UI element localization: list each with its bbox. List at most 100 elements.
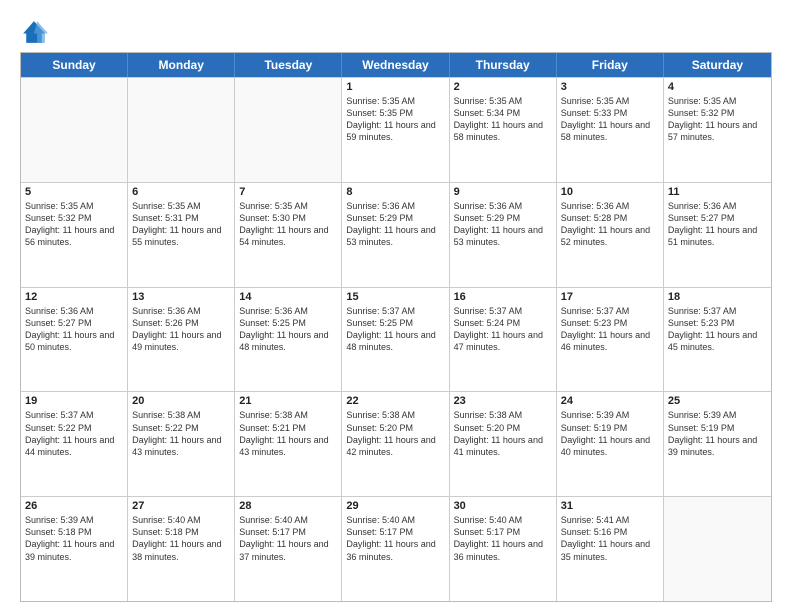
calendar-row: 5 Sunrise: 5:35 AM Sunset: 5:32 PM Dayli… — [21, 182, 771, 287]
cell-info: Sunrise: 5:35 AM Sunset: 5:31 PM Dayligh… — [132, 200, 230, 249]
day-number: 6 — [132, 186, 230, 198]
calendar-cell: 5 Sunrise: 5:35 AM Sunset: 5:32 PM Dayli… — [21, 183, 128, 287]
day-number: 12 — [25, 291, 123, 303]
cell-info: Sunrise: 5:37 AM Sunset: 5:23 PM Dayligh… — [561, 305, 659, 354]
calendar-cell: 10 Sunrise: 5:36 AM Sunset: 5:28 PM Dayl… — [557, 183, 664, 287]
calendar-cell: 6 Sunrise: 5:35 AM Sunset: 5:31 PM Dayli… — [128, 183, 235, 287]
cell-info: Sunrise: 5:35 AM Sunset: 5:30 PM Dayligh… — [239, 200, 337, 249]
calendar-row: 19 Sunrise: 5:37 AM Sunset: 5:22 PM Dayl… — [21, 391, 771, 496]
cell-info: Sunrise: 5:35 AM Sunset: 5:35 PM Dayligh… — [346, 95, 444, 144]
page: SundayMondayTuesdayWednesdayThursdayFrid… — [0, 0, 792, 612]
calendar-cell: 14 Sunrise: 5:36 AM Sunset: 5:25 PM Dayl… — [235, 288, 342, 392]
day-number: 25 — [668, 395, 767, 407]
calendar-cell: 16 Sunrise: 5:37 AM Sunset: 5:24 PM Dayl… — [450, 288, 557, 392]
cell-info: Sunrise: 5:36 AM Sunset: 5:29 PM Dayligh… — [454, 200, 552, 249]
day-number: 8 — [346, 186, 444, 198]
day-number: 24 — [561, 395, 659, 407]
calendar-cell: 17 Sunrise: 5:37 AM Sunset: 5:23 PM Dayl… — [557, 288, 664, 392]
calendar-cell: 2 Sunrise: 5:35 AM Sunset: 5:34 PM Dayli… — [450, 78, 557, 182]
calendar-cell: 13 Sunrise: 5:36 AM Sunset: 5:26 PM Dayl… — [128, 288, 235, 392]
day-number: 5 — [25, 186, 123, 198]
day-number: 19 — [25, 395, 123, 407]
day-number: 2 — [454, 81, 552, 93]
day-number: 3 — [561, 81, 659, 93]
cell-info: Sunrise: 5:39 AM Sunset: 5:19 PM Dayligh… — [668, 409, 767, 458]
cell-info: Sunrise: 5:40 AM Sunset: 5:17 PM Dayligh… — [239, 514, 337, 563]
day-number: 31 — [561, 500, 659, 512]
calendar-cell: 22 Sunrise: 5:38 AM Sunset: 5:20 PM Dayl… — [342, 392, 449, 496]
weekday-header: Monday — [128, 53, 235, 77]
calendar-cell — [235, 78, 342, 182]
calendar-row: 26 Sunrise: 5:39 AM Sunset: 5:18 PM Dayl… — [21, 496, 771, 601]
cell-info: Sunrise: 5:35 AM Sunset: 5:33 PM Dayligh… — [561, 95, 659, 144]
day-number: 20 — [132, 395, 230, 407]
calendar-cell: 26 Sunrise: 5:39 AM Sunset: 5:18 PM Dayl… — [21, 497, 128, 601]
cell-info: Sunrise: 5:39 AM Sunset: 5:19 PM Dayligh… — [561, 409, 659, 458]
calendar-cell: 21 Sunrise: 5:38 AM Sunset: 5:21 PM Dayl… — [235, 392, 342, 496]
calendar-cell: 23 Sunrise: 5:38 AM Sunset: 5:20 PM Dayl… — [450, 392, 557, 496]
header — [20, 18, 772, 46]
cell-info: Sunrise: 5:36 AM Sunset: 5:28 PM Dayligh… — [561, 200, 659, 249]
cell-info: Sunrise: 5:41 AM Sunset: 5:16 PM Dayligh… — [561, 514, 659, 563]
calendar-cell: 20 Sunrise: 5:38 AM Sunset: 5:22 PM Dayl… — [128, 392, 235, 496]
cell-info: Sunrise: 5:35 AM Sunset: 5:34 PM Dayligh… — [454, 95, 552, 144]
calendar-header: SundayMondayTuesdayWednesdayThursdayFrid… — [21, 53, 771, 77]
day-number: 4 — [668, 81, 767, 93]
cell-info: Sunrise: 5:37 AM Sunset: 5:24 PM Dayligh… — [454, 305, 552, 354]
calendar-cell: 9 Sunrise: 5:36 AM Sunset: 5:29 PM Dayli… — [450, 183, 557, 287]
weekday-header: Sunday — [21, 53, 128, 77]
day-number: 29 — [346, 500, 444, 512]
weekday-header: Tuesday — [235, 53, 342, 77]
day-number: 23 — [454, 395, 552, 407]
day-number: 22 — [346, 395, 444, 407]
cell-info: Sunrise: 5:40 AM Sunset: 5:18 PM Dayligh… — [132, 514, 230, 563]
cell-info: Sunrise: 5:36 AM Sunset: 5:26 PM Dayligh… — [132, 305, 230, 354]
cell-info: Sunrise: 5:36 AM Sunset: 5:25 PM Dayligh… — [239, 305, 337, 354]
calendar-body: 1 Sunrise: 5:35 AM Sunset: 5:35 PM Dayli… — [21, 77, 771, 601]
calendar-cell: 25 Sunrise: 5:39 AM Sunset: 5:19 PM Dayl… — [664, 392, 771, 496]
cell-info: Sunrise: 5:39 AM Sunset: 5:18 PM Dayligh… — [25, 514, 123, 563]
calendar-cell: 4 Sunrise: 5:35 AM Sunset: 5:32 PM Dayli… — [664, 78, 771, 182]
calendar-row: 1 Sunrise: 5:35 AM Sunset: 5:35 PM Dayli… — [21, 77, 771, 182]
day-number: 28 — [239, 500, 337, 512]
cell-info: Sunrise: 5:38 AM Sunset: 5:20 PM Dayligh… — [454, 409, 552, 458]
calendar-cell — [664, 497, 771, 601]
calendar-cell — [128, 78, 235, 182]
day-number: 10 — [561, 186, 659, 198]
calendar-cell — [21, 78, 128, 182]
weekday-header: Thursday — [450, 53, 557, 77]
weekday-header: Wednesday — [342, 53, 449, 77]
cell-info: Sunrise: 5:36 AM Sunset: 5:29 PM Dayligh… — [346, 200, 444, 249]
weekday-header: Friday — [557, 53, 664, 77]
calendar-cell: 8 Sunrise: 5:36 AM Sunset: 5:29 PM Dayli… — [342, 183, 449, 287]
calendar-cell: 19 Sunrise: 5:37 AM Sunset: 5:22 PM Dayl… — [21, 392, 128, 496]
calendar-row: 12 Sunrise: 5:36 AM Sunset: 5:27 PM Dayl… — [21, 287, 771, 392]
logo-icon — [20, 18, 48, 46]
calendar-cell: 15 Sunrise: 5:37 AM Sunset: 5:25 PM Dayl… — [342, 288, 449, 392]
day-number: 15 — [346, 291, 444, 303]
cell-info: Sunrise: 5:37 AM Sunset: 5:22 PM Dayligh… — [25, 409, 123, 458]
day-number: 17 — [561, 291, 659, 303]
day-number: 26 — [25, 500, 123, 512]
cell-info: Sunrise: 5:36 AM Sunset: 5:27 PM Dayligh… — [25, 305, 123, 354]
cell-info: Sunrise: 5:35 AM Sunset: 5:32 PM Dayligh… — [25, 200, 123, 249]
day-number: 16 — [454, 291, 552, 303]
cell-info: Sunrise: 5:38 AM Sunset: 5:20 PM Dayligh… — [346, 409, 444, 458]
cell-info: Sunrise: 5:37 AM Sunset: 5:25 PM Dayligh… — [346, 305, 444, 354]
cell-info: Sunrise: 5:40 AM Sunset: 5:17 PM Dayligh… — [454, 514, 552, 563]
calendar-cell: 18 Sunrise: 5:37 AM Sunset: 5:23 PM Dayl… — [664, 288, 771, 392]
calendar-cell: 3 Sunrise: 5:35 AM Sunset: 5:33 PM Dayli… — [557, 78, 664, 182]
logo — [20, 18, 52, 46]
calendar-cell: 12 Sunrise: 5:36 AM Sunset: 5:27 PM Dayl… — [21, 288, 128, 392]
day-number: 18 — [668, 291, 767, 303]
day-number: 9 — [454, 186, 552, 198]
day-number: 21 — [239, 395, 337, 407]
cell-info: Sunrise: 5:38 AM Sunset: 5:21 PM Dayligh… — [239, 409, 337, 458]
calendar-cell: 24 Sunrise: 5:39 AM Sunset: 5:19 PM Dayl… — [557, 392, 664, 496]
calendar-cell: 30 Sunrise: 5:40 AM Sunset: 5:17 PM Dayl… — [450, 497, 557, 601]
day-number: 1 — [346, 81, 444, 93]
cell-info: Sunrise: 5:37 AM Sunset: 5:23 PM Dayligh… — [668, 305, 767, 354]
day-number: 27 — [132, 500, 230, 512]
calendar-cell: 1 Sunrise: 5:35 AM Sunset: 5:35 PM Dayli… — [342, 78, 449, 182]
calendar-cell: 27 Sunrise: 5:40 AM Sunset: 5:18 PM Dayl… — [128, 497, 235, 601]
